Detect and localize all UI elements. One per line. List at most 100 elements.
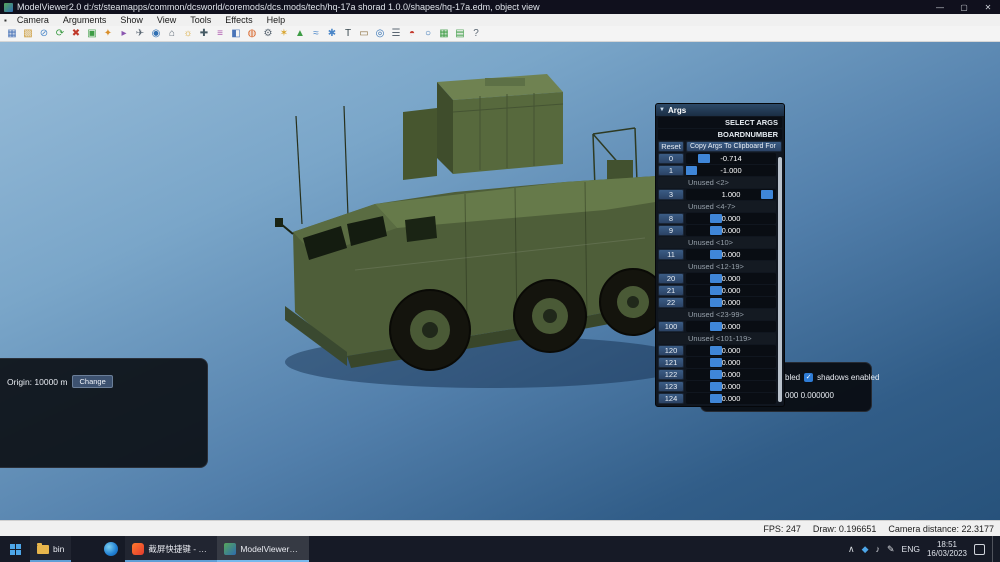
arg-slider[interactable]: 0.000	[686, 273, 776, 284]
arg-slider[interactable]: 0.000	[686, 249, 776, 260]
eye-icon[interactable]: ◎	[373, 27, 387, 41]
table-icon[interactable]: ▤	[453, 27, 467, 41]
plane-icon[interactable]: ✈	[133, 27, 147, 41]
save-icon[interactable]: ▦	[5, 27, 19, 41]
package-icon[interactable]: ▣	[85, 27, 99, 41]
refresh-icon[interactable]: ⟳	[53, 27, 67, 41]
boardnumber-button[interactable]: BOARDNUMBER	[658, 129, 782, 140]
hidden-icons-chevron-icon[interactable]: ∧	[848, 544, 855, 555]
arg-index-button[interactable]: 8	[658, 213, 684, 224]
cube-icon[interactable]: ◧	[229, 27, 243, 41]
tree-icon[interactable]: ▲	[293, 27, 307, 41]
water-icon[interactable]: ≈	[309, 27, 323, 41]
arg-index-button[interactable]: 122	[658, 369, 684, 380]
text-icon[interactable]: T	[341, 27, 355, 41]
language-indicator[interactable]: ENG	[902, 544, 920, 554]
shadows-enabled-label: shadows enabled	[817, 373, 880, 382]
light-icon[interactable]: ☼	[181, 27, 195, 41]
arg-slider[interactable]: -1.000	[686, 165, 776, 176]
bluetooth-icon[interactable]: ◆	[862, 544, 869, 555]
taskbar-app-browser[interactable]	[97, 536, 125, 562]
arg-index-button[interactable]: 3	[658, 189, 684, 200]
start-button[interactable]	[0, 536, 30, 562]
maximize-button[interactable]: ▢	[952, 0, 976, 14]
args-scrollbar[interactable]	[778, 157, 782, 402]
arg-value: 0.000	[721, 346, 741, 355]
select-args-button[interactable]: SELECT ARGS	[658, 117, 782, 128]
menu-tools[interactable]: Tools	[183, 15, 218, 25]
arg-index-button[interactable]: 1	[658, 165, 684, 176]
volume-icon[interactable]: ♪	[875, 544, 880, 555]
menu-view[interactable]: View	[150, 15, 183, 25]
snow-icon[interactable]: ✱	[325, 27, 339, 41]
paint-icon[interactable]: ◍	[245, 27, 259, 41]
search-icon[interactable]: ○	[421, 27, 435, 41]
home-icon[interactable]: ⌂	[165, 27, 179, 41]
arg-index-button[interactable]: 22	[658, 297, 684, 308]
taskbar-app-sogou[interactable]: 截屏快捷键 - 搜狗...	[125, 536, 218, 562]
taskbar-app-explorer[interactable]: bin	[30, 536, 72, 562]
axes-icon[interactable]: ✚	[197, 27, 211, 41]
arg-slider[interactable]: -0.714	[686, 153, 776, 164]
ruler-icon[interactable]: ▭	[357, 27, 371, 41]
args-panel-header[interactable]: ▼ Args	[656, 104, 784, 116]
toolbar: ▦ ▧ ⊘ ⟳ ✖ ▣ ✦ ▸ ✈ ◉ ⌂ ☼ ✚ ≡ ◧ ◍ ⚙ ✶ ▲ ≈ ✱ T ▭ ◎ ☰ ◓ ○ ▦ ▤?	[0, 26, 1000, 42]
bulb-icon[interactable]: ✶	[277, 27, 291, 41]
browser-icon	[104, 542, 119, 556]
camera-icon[interactable]: ◉	[149, 27, 163, 41]
layers-icon[interactable]: ☰	[389, 27, 403, 41]
arg-index-button[interactable]: 123	[658, 381, 684, 392]
menu-arguments[interactable]: Arguments	[56, 15, 114, 25]
status-bar: FPS: 247 Draw: 0.196651 Camera distance:…	[0, 520, 1000, 536]
reset-button[interactable]: Reset	[658, 141, 684, 152]
show-desktop-button[interactable]	[992, 536, 996, 562]
arg-index-button[interactable]: 9	[658, 225, 684, 236]
chart-icon[interactable]: ≡	[213, 27, 227, 41]
star-icon[interactable]: ✦	[101, 27, 115, 41]
arg-index-button[interactable]: 0	[658, 153, 684, 164]
change-origin-button[interactable]: Change	[72, 375, 113, 388]
arg-index-button[interactable]: 11	[658, 249, 684, 260]
arg-value: 0.000	[721, 226, 741, 235]
arg-slider[interactable]: 1.000	[686, 189, 776, 200]
arg-slider[interactable]: 0.000	[686, 285, 776, 296]
arg-slider[interactable]: 0.000	[686, 345, 776, 356]
gear-icon[interactable]: ⚙	[261, 27, 275, 41]
grid-icon[interactable]: ▦	[437, 27, 451, 41]
arg-value: 0.000	[721, 370, 741, 379]
taskbar-app-modelviewer[interactable]: ModelViewer2.0 ...	[217, 536, 310, 562]
arg-slider[interactable]: 0.000	[686, 321, 776, 332]
menu-camera[interactable]: Camera	[10, 15, 56, 25]
menu-bar-icon[interactable]: ▪	[4, 16, 7, 25]
pen-icon[interactable]: ✎	[887, 544, 895, 555]
arg-slider[interactable]: 0.000	[686, 369, 776, 380]
arg-index-button[interactable]: 21	[658, 285, 684, 296]
arg-slider[interactable]: 0.000	[686, 297, 776, 308]
arg-slider[interactable]: 0.000	[686, 357, 776, 368]
copy-args-button[interactable]: Copy Args To Clipboard For	[686, 141, 782, 152]
arg-index-button[interactable]: 100	[658, 321, 684, 332]
arg-slider[interactable]: 0.000	[686, 213, 776, 224]
clear-icon[interactable]: ✖	[69, 27, 83, 41]
arg-slider[interactable]: 0.000	[686, 225, 776, 236]
arg-index-button[interactable]: 20	[658, 273, 684, 284]
menu-show[interactable]: Show	[113, 15, 150, 25]
arg-index-button[interactable]: 121	[658, 357, 684, 368]
menu-effects[interactable]: Effects	[218, 15, 259, 25]
close-button[interactable]: ✕	[976, 0, 1000, 14]
arg-index-button[interactable]: 124	[658, 393, 684, 404]
arg-slider[interactable]: 0.000	[686, 381, 776, 392]
notification-center-icon[interactable]	[974, 543, 985, 555]
pin-icon[interactable]: ▸	[117, 27, 131, 41]
help-icon[interactable]: ?	[469, 27, 483, 41]
arg-index-button[interactable]: 120	[658, 345, 684, 356]
open-icon[interactable]: ▧	[21, 27, 35, 41]
minimize-button[interactable]: —	[928, 0, 952, 14]
magnet-icon[interactable]: ◓	[405, 27, 419, 41]
arg-slider[interactable]: 0.000	[686, 393, 776, 404]
clock[interactable]: 18:51 16/03/2023	[927, 540, 967, 558]
shadows-checkbox[interactable]: ✓	[804, 373, 814, 382]
block-icon[interactable]: ⊘	[37, 27, 51, 41]
menu-help[interactable]: Help	[260, 15, 293, 25]
taskbar: bin 截屏快捷键 - 搜狗... ModelViewer2.0 ... ∧ ◆ ♪ ✎ …	[0, 536, 1000, 562]
